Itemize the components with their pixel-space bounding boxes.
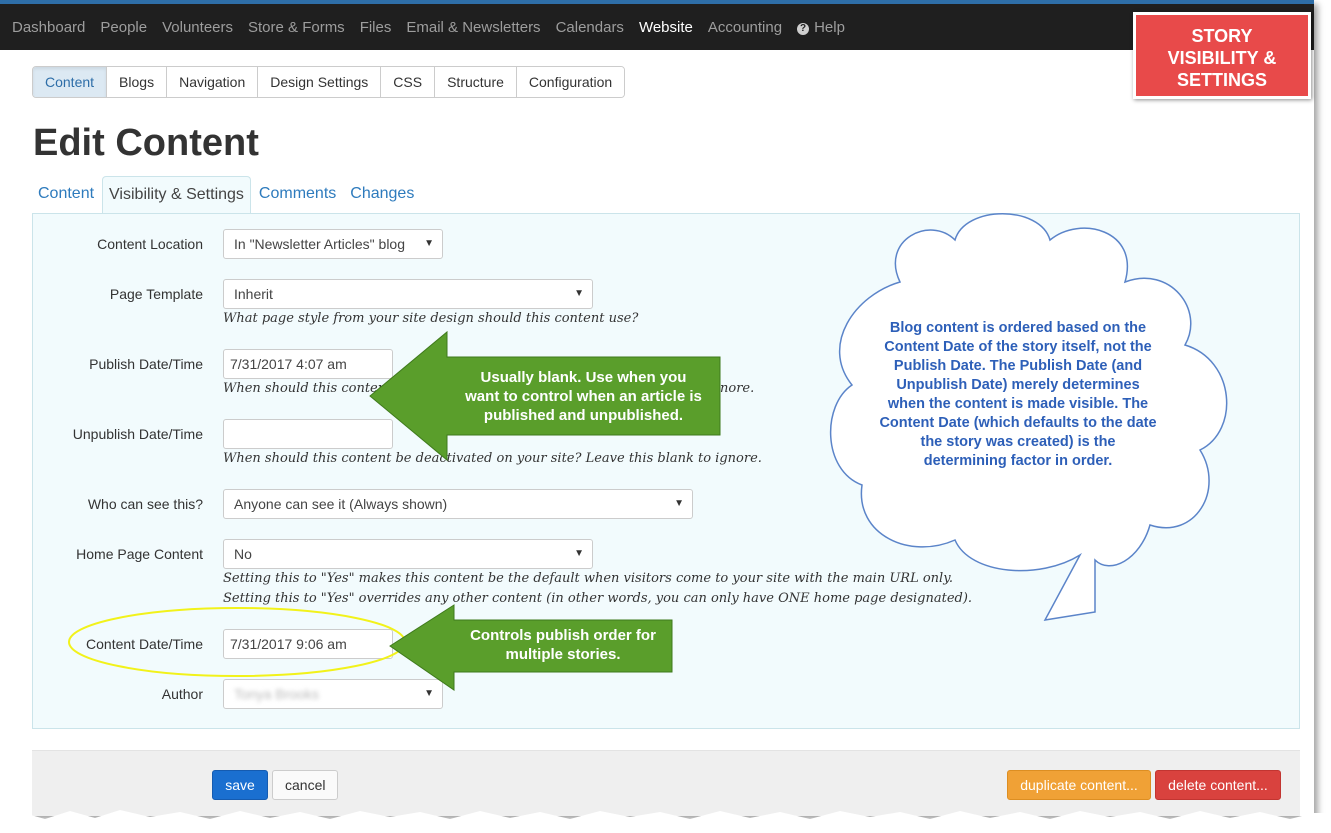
nav-dashboard[interactable]: Dashboard: [12, 19, 85, 36]
nav-files[interactable]: Files: [360, 19, 392, 36]
tab-visibility-settings[interactable]: Visibility & Settings: [102, 176, 251, 214]
nav-calendars[interactable]: Calendars: [556, 19, 624, 36]
chevron-down-icon: ▼: [574, 288, 584, 299]
badge-line-1: STORY: [1191, 26, 1253, 46]
home-page-select[interactable]: No ▼: [223, 539, 593, 569]
delete-content-button[interactable]: delete content...: [1155, 770, 1281, 800]
section-tab-structure[interactable]: Structure: [435, 67, 517, 97]
section-tab-navigation[interactable]: Navigation: [167, 67, 259, 97]
question-circle-icon: ?: [797, 22, 810, 35]
nav-people[interactable]: People: [100, 19, 147, 36]
speech-cloud-text: Blog content is ordered based on the Con…: [862, 319, 1174, 471]
top-navigation: Dashboard People Volunteers Store & Form…: [0, 0, 1314, 50]
nav-email-newsletters[interactable]: Email & Newsletters: [406, 19, 540, 36]
home-page-value: No: [234, 546, 252, 562]
section-tab-blogs[interactable]: Blogs: [107, 67, 168, 97]
nav-volunteers[interactable]: Volunteers: [162, 19, 233, 36]
section-tab-content[interactable]: Content: [33, 67, 108, 97]
home-page-label: Home Page Content: [76, 546, 203, 562]
nav-help-label: Help: [814, 18, 845, 36]
content-date-label: Content Date/Time: [86, 636, 203, 652]
tab-changes[interactable]: Changes: [344, 176, 420, 214]
content-date-input[interactable]: 7/31/2017 9:06 am: [223, 629, 393, 659]
cancel-button[interactable]: cancel: [272, 770, 338, 800]
website-section-tabs: Content Blogs Navigation Design Settings…: [32, 66, 626, 98]
cloud-line-2: Content Date of the story itself, not th…: [884, 339, 1152, 355]
nav-website[interactable]: Website: [639, 19, 693, 36]
visibility-value: Anyone can see it (Always shown): [234, 496, 448, 512]
unpublish-date-label: Unpublish Date/Time: [72, 426, 203, 442]
chevron-down-icon: ▼: [574, 548, 584, 559]
home-page-help-1: Setting this to "Yes" makes this content…: [223, 571, 953, 586]
home-page-help-2: Setting this to "Yes" overrides any othe…: [223, 591, 973, 606]
section-tab-configuration[interactable]: Configuration: [516, 67, 625, 97]
cloud-line-3: Publish Date. The Publish Date (and: [893, 358, 1143, 374]
publish-callout-line-3: published and unpublished.: [483, 407, 684, 424]
publish-date-label: Publish Date/Time: [89, 356, 203, 372]
chevron-down-icon: ▼: [424, 688, 434, 699]
story-visibility-badge: STORY VISIBILITY & SETTINGS: [1133, 12, 1311, 99]
content-date-callout-line-1: Controls publish order for: [470, 627, 656, 644]
author-label: Author: [161, 686, 203, 702]
publish-date-help-tail: nore.: [720, 381, 755, 396]
cloud-line-5: when the content is made visible. The: [887, 396, 1149, 412]
author-value: Tonya Brooks: [234, 686, 319, 702]
cloud-line-6: Content Date (which defaults to the date: [879, 415, 1157, 431]
cloud-line-1: Blog content is ordered based on the: [889, 320, 1147, 336]
nav-accounting[interactable]: Accounting: [708, 19, 782, 36]
unpublish-date-help: When should this content be deactivated …: [223, 451, 762, 466]
duplicate-content-button[interactable]: duplicate content...: [1007, 770, 1151, 800]
edit-content-tabs: Content Visibility & Settings Comments C…: [32, 176, 422, 214]
content-location-select[interactable]: In "Newsletter Articles" blog ▼: [223, 229, 443, 259]
badge-line-3: SETTINGS: [1176, 70, 1267, 90]
cloud-line-4: Unpublish Date) merely determines: [896, 377, 1140, 393]
tab-comments[interactable]: Comments: [253, 176, 342, 214]
save-button[interactable]: save: [212, 770, 268, 800]
page-template-help: What page style from your site design sh…: [223, 311, 639, 326]
content-date-callout-text: Controls publish order for multiple stor…: [454, 626, 672, 664]
page-title: Edit Content: [33, 122, 259, 164]
publish-callout-line-2: want to control when an article is: [465, 388, 702, 405]
nav-help[interactable]: ? Help: [797, 19, 845, 36]
section-tab-design-settings[interactable]: Design Settings: [258, 67, 382, 97]
publish-date-input[interactable]: 7/31/2017 4:07 am: [223, 349, 393, 379]
cloud-line-7: the story was created) is the: [920, 434, 1116, 450]
cloud-line-8: determining factor in order.: [923, 453, 1113, 469]
page-template-label: Page Template: [109, 286, 203, 302]
badge-line-2: VISIBILITY &: [1167, 48, 1277, 68]
publish-callout-line-1: Usually blank. Use when you: [480, 369, 687, 386]
unpublish-date-input[interactable]: [223, 419, 393, 449]
content-location-value: In "Newsletter Articles" blog: [234, 236, 406, 252]
nav-store-forms[interactable]: Store & Forms: [248, 19, 345, 36]
publish-callout-text: Usually blank. Use when you want to cont…: [447, 368, 720, 425]
chevron-down-icon: ▼: [674, 498, 684, 509]
content-date-callout-line-2: multiple stories.: [505, 646, 621, 663]
content-location-label: Content Location: [97, 236, 203, 252]
publish-date-help: When should this content: [223, 381, 392, 396]
visibility-label: Who can see this?: [87, 496, 203, 512]
section-tab-css[interactable]: CSS: [381, 67, 436, 97]
page-template-value: Inherit: [234, 286, 273, 302]
tab-content[interactable]: Content: [32, 176, 100, 214]
visibility-select[interactable]: Anyone can see it (Always shown) ▼: [223, 489, 693, 519]
author-select[interactable]: Tonya Brooks ▼: [223, 679, 443, 709]
chevron-down-icon: ▼: [424, 238, 434, 249]
page-template-select[interactable]: Inherit ▼: [223, 279, 593, 309]
